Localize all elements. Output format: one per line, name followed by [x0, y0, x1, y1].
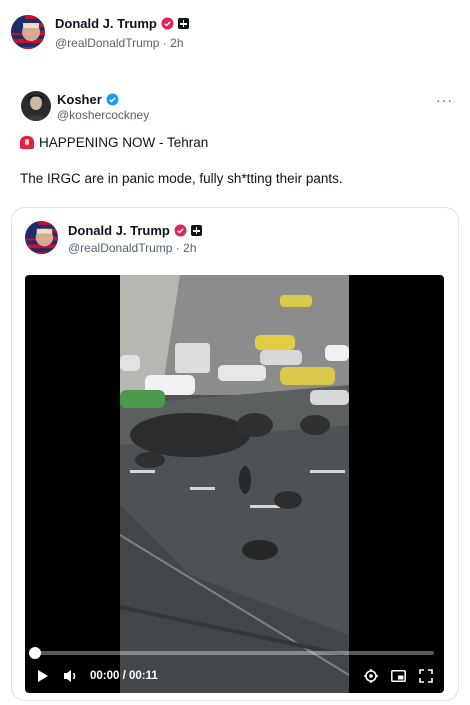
verified-badge-pink-icon — [161, 17, 174, 30]
author-handle[interactable]: @realDonaldTrump — [55, 36, 159, 50]
picture-in-picture-icon[interactable] — [391, 670, 406, 682]
quoted-author-avatar[interactable] — [25, 221, 58, 254]
headline-text: HAPPENING NOW - Tehran — [39, 135, 209, 150]
flag-avatar-image — [11, 15, 45, 49]
video-time: 00:00 / 00:11 — [90, 670, 158, 682]
plus-box-icon — [177, 18, 189, 29]
plus-box-icon — [190, 225, 202, 236]
tweet-text-line1: HAPPENING NOW - Tehran — [20, 135, 208, 150]
tweet-text-line2: The IRGC are in panic mode, fully sh*tti… — [20, 171, 343, 186]
kosher-name[interactable]: Kosher — [57, 92, 102, 107]
author-handle-row: @realDonaldTrump · 2h — [55, 36, 184, 50]
verified-badge-pink-icon — [174, 224, 187, 237]
more-options-icon[interactable]: ··· — [436, 92, 453, 108]
quoted-handle-row: @realDonaldTrump · 2h — [68, 241, 197, 255]
kosher-handle[interactable]: @koshercockney — [57, 108, 149, 122]
siren-icon — [20, 136, 34, 149]
author-name-row[interactable]: Donald J. Trump — [55, 16, 189, 31]
volume-icon[interactable] — [63, 669, 79, 683]
kosher-name-row[interactable]: Kosher — [57, 92, 119, 107]
flag-avatar-image — [25, 221, 58, 254]
quoted-author-name-row[interactable]: Donald J. Trump — [68, 223, 202, 238]
post-time[interactable]: 2h — [170, 36, 183, 50]
fullscreen-icon[interactable] — [419, 669, 433, 683]
video-player[interactable]: 00:00 / 00:11 — [25, 275, 444, 693]
settings-gear-icon[interactable] — [364, 669, 378, 683]
dot-separator: · — [162, 36, 167, 50]
current-time: 00:00 — [90, 670, 120, 682]
street-scene-image — [120, 275, 349, 693]
video-progress-bar[interactable] — [35, 651, 434, 655]
quoted-author-name[interactable]: Donald J. Trump — [68, 223, 170, 238]
quoted-post-time[interactable]: 2h — [183, 241, 196, 255]
kosher-avatar[interactable] — [21, 91, 51, 121]
author-avatar[interactable] — [11, 15, 45, 49]
progress-scrubber[interactable] — [29, 647, 41, 659]
duration: 00:11 — [129, 670, 158, 682]
verified-badge-blue-icon — [106, 93, 119, 106]
quoted-author-handle[interactable]: @realDonaldTrump — [68, 241, 172, 255]
author-name[interactable]: Donald J. Trump — [55, 16, 157, 31]
profile-photo-image — [21, 91, 51, 121]
dot-separator: · — [175, 241, 180, 255]
play-icon[interactable] — [37, 670, 49, 682]
